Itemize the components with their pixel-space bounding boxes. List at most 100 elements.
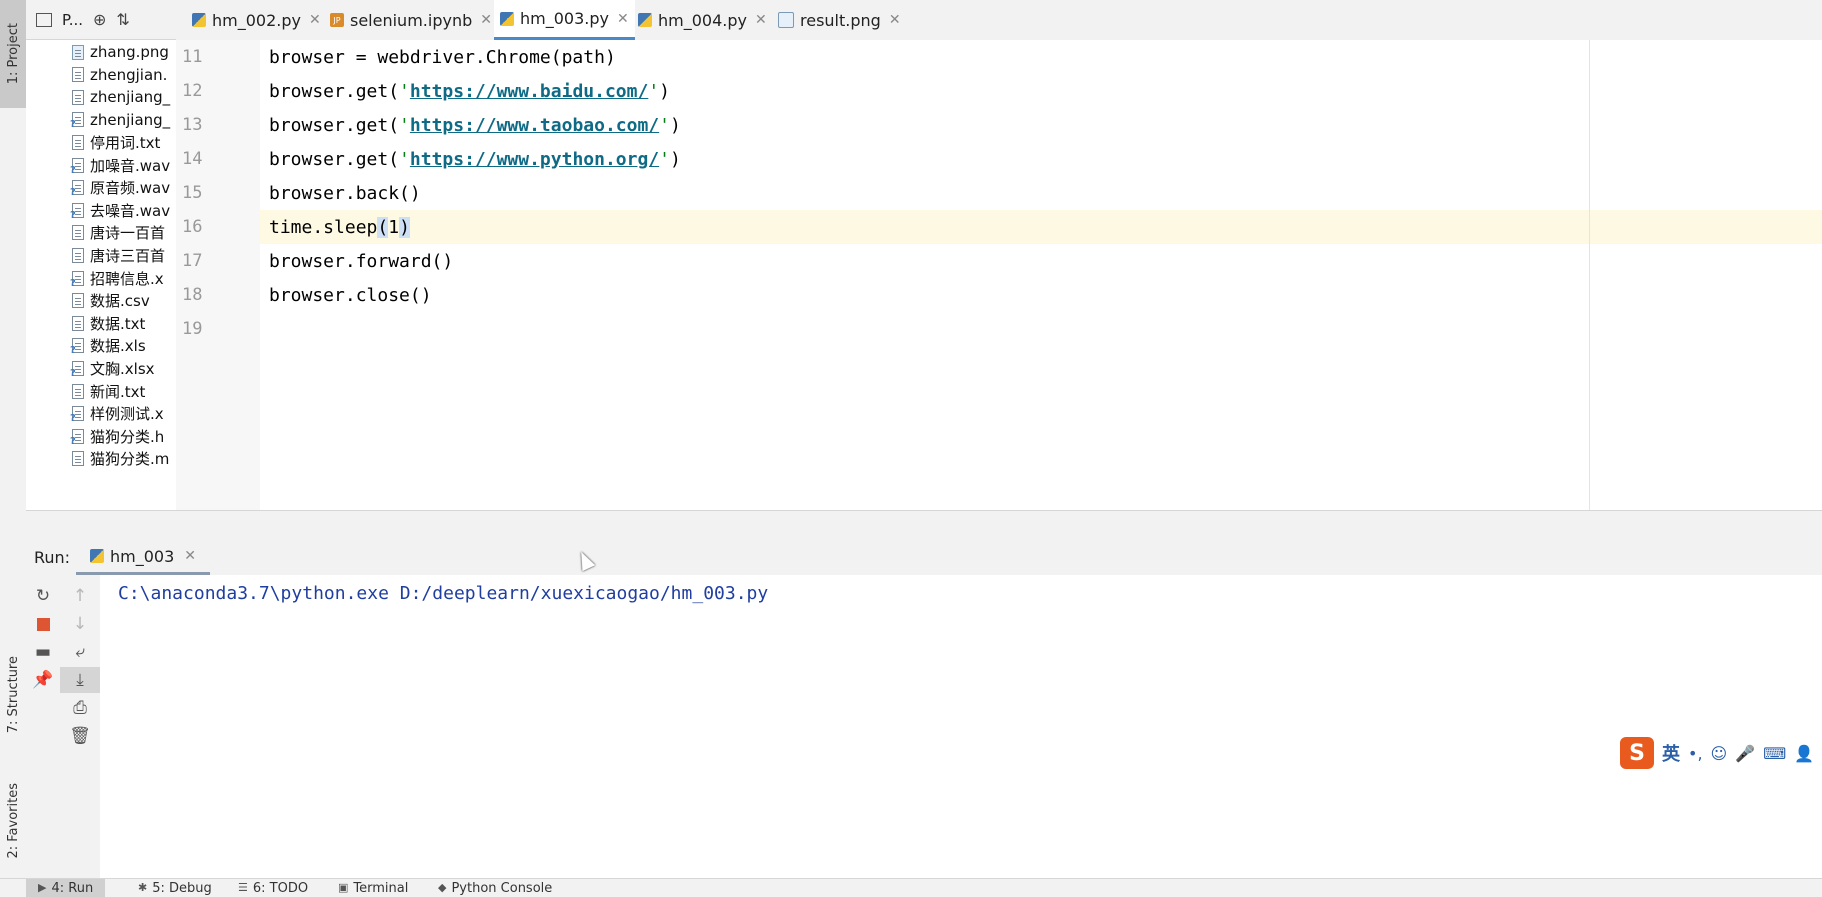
code-editor[interactable]: browser = webdriver.Chrome(path) browser.… [260,40,1822,510]
project-view-icon[interactable] [36,12,52,27]
code-text: time.sleep [269,216,378,238]
tree-item[interactable]: 数据.txt [72,311,145,335]
tree-item[interactable]: 原音频.wav [70,176,170,200]
keyboard-icon[interactable]: ⌨ [1763,744,1786,763]
tree-item[interactable]: 停用词.txt [72,130,160,154]
project-tool-tab[interactable]: 1: Project [0,0,26,108]
bottom-tab-terminal[interactable]: ▣ Terminal [326,879,420,897]
ime-language-toggle[interactable]: 英 [1662,740,1680,766]
tree-item[interactable]: 数据.csv [72,289,150,313]
project-tab-label: 1: Project [5,23,21,85]
python-file-icon [500,11,514,26]
bottom-tab-4-run[interactable]: ▶ 4: Run [26,879,106,897]
locate-icon[interactable]: ⊕ [93,10,106,29]
stop-icon [36,617,50,631]
editor-tab-bar: hm_002.py ✕ JP selenium.ipynb ✕ hm_003.py ✕ hm_… [176,0,1822,41]
bottom-tab-label: Python Console [451,881,553,896]
tree-item[interactable]: 数据.xls [70,334,146,358]
tree-item[interactable]: 猫狗分类.h [70,424,164,448]
scroll-down-icon[interactable]: ↓ [60,611,100,637]
tree-item[interactable]: 去噪音.wav [70,198,170,222]
bottom-tab-python-console[interactable]: ◆ Python Console [426,879,564,897]
project-view-selector[interactable]: P... [62,11,83,29]
code-line[interactable]: browser.get(' https://www.python.org/') [260,142,681,176]
close-icon[interactable]: ✕ [184,548,196,564]
run-label: Run: [34,548,71,567]
tree-item[interactable]: 文胸.xlsx [70,356,155,380]
tab-result-png[interactable]: result.png ✕ [772,0,907,40]
code-line[interactable]: time.sleep(1) [260,210,1822,244]
tree-item-label: 猫狗分类.m [90,450,170,469]
code-line[interactable]: browser.close() [260,278,432,312]
code-text: browser.close() [269,284,432,306]
tree-item[interactable]: 新闻.txt [72,379,145,403]
tool-window-bar: ▶ 4: Run ✱ 5: Debug ☰ 6: TODO ▣ Terminal ◆ Python… [0,878,1822,897]
code-line[interactable]: browser.get(' https://www.baidu.com/') [260,74,670,108]
tab-selenium-ipynb[interactable]: JP selenium.ipynb ✕ [324,0,498,40]
ime-toolbar[interactable]: S 英 •, ☺ 🎤 ⌨ 👤 [1620,736,1822,770]
tab-hm-003-py[interactable]: hm_003.py ✕ [494,0,635,40]
soft-wrap-icon[interactable]: ⤶ [60,639,100,665]
emoji-icon[interactable]: ☺ [1711,744,1728,763]
close-icon[interactable]: ✕ [755,12,767,28]
code-line[interactable]: browser.back() [260,176,421,210]
close-icon[interactable]: ✕ [309,12,321,28]
image-file-icon [72,44,84,60]
project-tree[interactable]: zhang.png zhengjian. zhenjiang_ zhenjiang_ 停… [26,40,177,540]
layout-icon[interactable]: ▬ [26,639,60,665]
microphone-icon[interactable]: 🎤 [1735,744,1755,763]
run-panel-header: Run: hm_003 ✕ [26,540,1822,576]
code-line[interactable]: browser = webdriver.Chrome(path) [260,40,616,74]
code-line[interactable]: browser.get(' https://www.taobao.com/') [260,108,681,142]
code-text: browser = webdriver.Chrome(path) [269,46,616,68]
run-tab-hm003[interactable]: hm_003 ✕ [76,540,210,575]
tree-item-label: 文胸.xlsx [90,359,155,378]
sogou-logo-icon[interactable]: S [1620,737,1654,769]
tree-item[interactable]: zhang.png [72,40,169,64]
tree-item[interactable]: 招聘信息.x [70,266,164,290]
code-text: ) [669,114,681,136]
tree-item-label: 数据.xls [90,337,146,356]
run-console[interactable]: C:\anaconda3.7\python.exe D:/deeplearn/x… [100,575,1822,878]
bottom-tab-5-debug[interactable]: ✱ 5: Debug [126,879,224,897]
scroll-to-end-icon[interactable]: ⤓ [60,667,100,693]
tree-item[interactable]: 唐诗一百首 [72,221,165,245]
punctuation-icon[interactable]: •, [1688,744,1703,763]
close-icon[interactable]: ✕ [480,12,492,28]
text-file-icon [72,89,84,105]
collapse-icon[interactable]: ⇅ [116,10,129,29]
line-number: 11 [182,47,203,67]
stop-button[interactable] [26,611,60,637]
close-icon[interactable]: ✕ [617,11,629,27]
tab-hm-002-py[interactable]: hm_002.py ✕ [186,0,327,40]
code-line[interactable]: browser.forward() [260,244,453,278]
trash-icon[interactable]: 🗑 [60,723,100,749]
tree-item[interactable]: zhenjiang_ [72,85,170,109]
panel-splitter[interactable] [26,510,1822,541]
bottom-tab-label: Terminal [353,881,409,896]
structure-tool-tab[interactable]: 7: Structure [0,640,26,750]
scroll-up-icon[interactable]: ↑ [60,583,100,609]
tree-item[interactable]: zhengjian. [72,63,167,87]
favorites-tool-tab[interactable]: 2: Favorites [0,766,26,876]
tab-label: selenium.ipynb [350,10,473,30]
bottom-tab-6-todo[interactable]: ☰ 6: TODO [226,879,320,897]
close-icon[interactable]: ✕ [889,12,901,28]
pin-icon[interactable]: 📌 [26,667,60,693]
tree-item[interactable]: 样例测试.x [70,402,164,426]
tool-window-icon: ◆ [438,881,447,894]
tree-item[interactable]: 猫狗分类.m [72,447,169,471]
matched-paren: ( [377,216,389,238]
tree-item[interactable]: zhenjiang_ [70,108,170,132]
user-icon[interactable]: 👤 [1794,744,1814,763]
tree-item[interactable]: 加噪音.wav [70,153,170,177]
rerun-icon[interactable]: ↻ [26,583,60,609]
string-quote: ' [659,148,670,170]
tree-item-label: 唐诗三百首 [90,246,166,265]
code-line[interactable] [260,312,269,346]
tree-item[interactable]: 唐诗三百首 [72,243,165,267]
bottom-tab-label: 4: Run [51,881,94,896]
print-icon[interactable]: ⎙ [60,695,100,721]
line-number: 19 [182,319,203,339]
tab-hm-004-py[interactable]: hm_004.py ✕ [632,0,773,40]
